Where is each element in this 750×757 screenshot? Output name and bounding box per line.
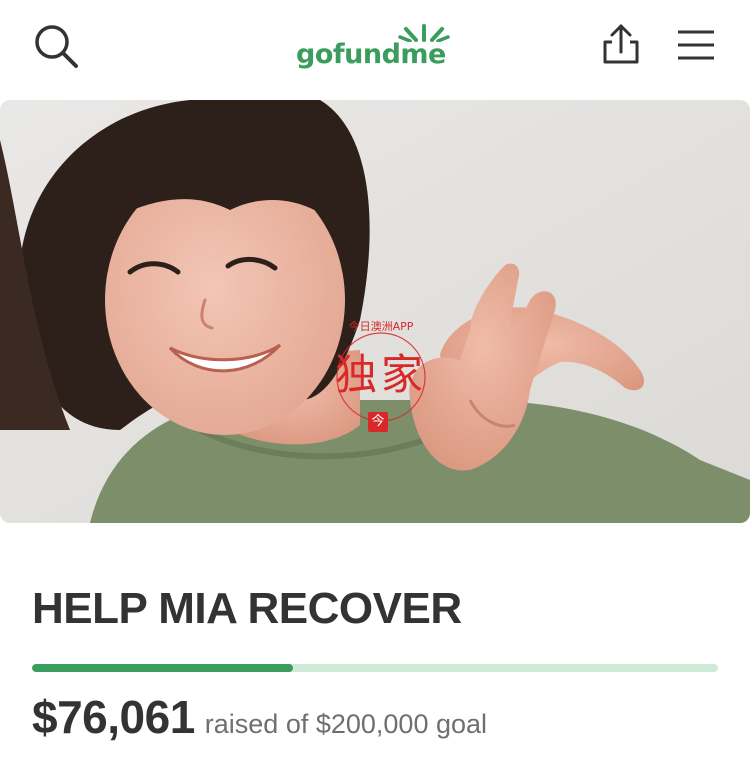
gofundme-logo[interactable]: gofundme	[296, 20, 456, 72]
amount-raised: $76,061	[32, 691, 195, 743]
hero-photo	[0, 100, 750, 523]
watermark-mark: 今	[368, 412, 388, 432]
search-icon	[35, 25, 78, 68]
menu-button[interactable]	[676, 26, 716, 66]
share-button[interactable]	[598, 22, 644, 68]
goal-text: raised of $200,000 goal	[204, 709, 488, 739]
share-icon	[603, 24, 639, 64]
campaign-hero-image[interactable]	[0, 100, 750, 523]
watermark-main-text: 独家	[334, 350, 427, 399]
progress-fill	[32, 664, 293, 672]
hamburger-menu-icon	[678, 30, 714, 60]
funding-summary: $76,061 raised of $200,000 goal	[32, 690, 488, 743]
fundraising-progress-bar	[32, 664, 718, 672]
campaign-title: HELP MIA RECOVER	[32, 584, 462, 633]
top-navigation-bar: gofundme	[0, 0, 750, 92]
watermark-arc-text: 今日澳洲APP	[348, 320, 414, 333]
search-button[interactable]	[32, 22, 80, 70]
logo-wordmark: gofundme	[296, 39, 446, 70]
